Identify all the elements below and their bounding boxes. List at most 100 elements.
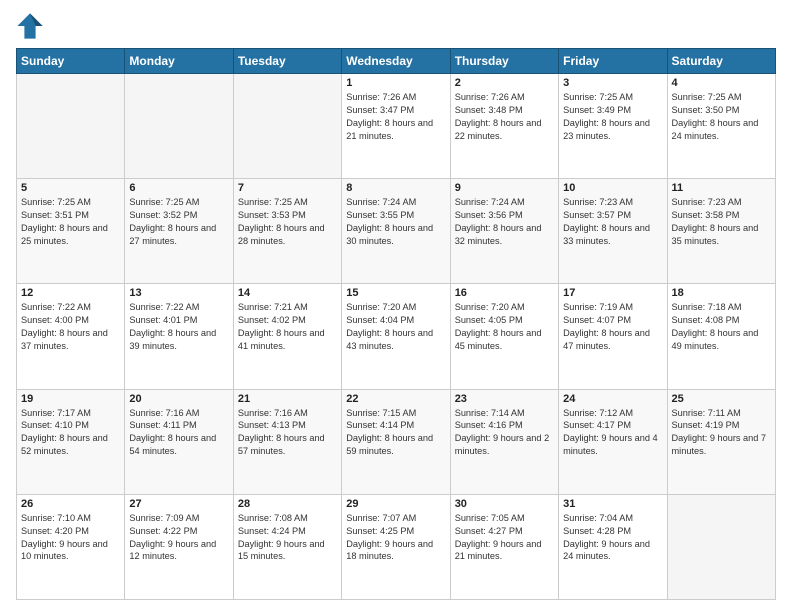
day-number: 4 [672,77,771,89]
calendar-cell [17,74,125,179]
day-number: 22 [346,393,445,405]
day-info: Sunrise: 7:04 AM Sunset: 4:28 PM Dayligh… [563,512,662,564]
day-info: Sunrise: 7:07 AM Sunset: 4:25 PM Dayligh… [346,512,445,564]
calendar-cell: 14Sunrise: 7:21 AM Sunset: 4:02 PM Dayli… [233,284,341,389]
calendar-cell: 24 Sunrise: 7:12 AM Sunset: 4:17 PM Dayli… [559,389,667,494]
weekday-header-tuesday: Tuesday [233,49,341,74]
calendar-week-row: 5 Sunrise: 7:25 AM Sunset: 3:51 PM Daylig… [17,179,776,284]
day-number: 16 [455,287,554,299]
day-number: 8 [346,182,445,194]
day-info: Sunrise: 7:18 AM Sunset: 4:08 PM Dayligh… [672,301,771,353]
day-number: 15 [346,287,445,299]
day-number: 14 [238,287,337,299]
day-info: Sunrise: 7:25 AM Sunset: 3:51 PM Dayligh… [21,196,120,248]
calendar-cell: 23Sunrise: 7:14 AM Sunset: 4:16 PM Dayli… [450,389,558,494]
calendar-cell: 1 Sunrise: 7:26 AM Sunset: 3:47 PM Daylig… [342,74,450,179]
calendar-cell: 2Sunrise: 7:26 AM Sunset: 3:48 PM Daylig… [450,74,558,179]
calendar-cell: 30 Sunrise: 7:05 AM Sunset: 4:27 PM Dayli… [450,494,558,599]
day-info: Sunrise: 7:20 AM Sunset: 4:05 PM Dayligh… [455,301,554,353]
calendar-cell: 15 Sunrise: 7:20 AM Sunset: 4:04 PM Dayli… [342,284,450,389]
day-info: Sunrise: 7:15 AM Sunset: 4:14 PM Dayligh… [346,407,445,459]
day-number: 12 [21,287,120,299]
day-info: Sunrise: 7:23 AM Sunset: 3:57 PM Dayligh… [563,196,662,248]
calendar-cell: 29 Sunrise: 7:07 AM Sunset: 4:25 PM Dayli… [342,494,450,599]
calendar-cell: 21 Sunrise: 7:16 AM Sunset: 4:13 PM Dayli… [233,389,341,494]
calendar-cell [125,74,233,179]
calendar-cell: 4 Sunrise: 7:25 AM Sunset: 3:50 PM Daylig… [667,74,775,179]
day-number: 11 [672,182,771,194]
day-number: 18 [672,287,771,299]
calendar-week-row: 1 Sunrise: 7:26 AM Sunset: 3:47 PM Daylig… [17,74,776,179]
calendar-cell: 7Sunrise: 7:25 AM Sunset: 3:53 PM Daylig… [233,179,341,284]
day-info: Sunrise: 7:25 AM Sunset: 3:49 PM Dayligh… [563,91,662,143]
calendar-cell [667,494,775,599]
day-number: 7 [238,182,337,194]
calendar-cell: 19Sunrise: 7:17 AM Sunset: 4:10 PM Dayli… [17,389,125,494]
day-number: 3 [563,77,662,89]
calendar-cell: 11 Sunrise: 7:23 AM Sunset: 3:58 PM Dayli… [667,179,775,284]
day-number: 17 [563,287,662,299]
weekday-header-monday: Monday [125,49,233,74]
weekday-header-wednesday: Wednesday [342,49,450,74]
day-info: Sunrise: 7:05 AM Sunset: 4:27 PM Dayligh… [455,512,554,564]
calendar-cell: 31 Sunrise: 7:04 AM Sunset: 4:28 PM Dayli… [559,494,667,599]
calendar-cell: 17Sunrise: 7:19 AM Sunset: 4:07 PM Dayli… [559,284,667,389]
day-info: Sunrise: 7:12 AM Sunset: 4:17 PM Dayligh… [563,407,662,459]
day-number: 27 [129,498,228,510]
calendar-cell: 16 Sunrise: 7:20 AM Sunset: 4:05 PM Dayli… [450,284,558,389]
weekday-header-row: SundayMondayTuesdayWednesdayThursdayFrid… [17,49,776,74]
calendar-table: SundayMondayTuesdayWednesdayThursdayFrid… [16,48,776,600]
day-number: 5 [21,182,120,194]
calendar-cell: 10 Sunrise: 7:23 AM Sunset: 3:57 PM Dayli… [559,179,667,284]
day-number: 2 [455,77,554,89]
day-info: Sunrise: 7:26 AM Sunset: 3:47 PM Dayligh… [346,91,445,143]
weekday-header-thursday: Thursday [450,49,558,74]
day-number: 13 [129,287,228,299]
calendar-week-row: 19Sunrise: 7:17 AM Sunset: 4:10 PM Dayli… [17,389,776,494]
calendar-cell: 5 Sunrise: 7:25 AM Sunset: 3:51 PM Daylig… [17,179,125,284]
day-info: Sunrise: 7:08 AM Sunset: 4:24 PM Dayligh… [238,512,337,564]
day-number: 26 [21,498,120,510]
day-info: Sunrise: 7:16 AM Sunset: 4:11 PM Dayligh… [129,407,228,459]
day-info: Sunrise: 7:16 AM Sunset: 4:13 PM Dayligh… [238,407,337,459]
calendar-week-row: 12 Sunrise: 7:22 AM Sunset: 4:00 PM Dayli… [17,284,776,389]
day-number: 24 [563,393,662,405]
header [16,12,776,40]
day-info: Sunrise: 7:11 AM Sunset: 4:19 PM Dayligh… [672,407,771,459]
calendar-cell: 27Sunrise: 7:09 AM Sunset: 4:22 PM Dayli… [125,494,233,599]
logo [16,12,46,40]
day-info: Sunrise: 7:20 AM Sunset: 4:04 PM Dayligh… [346,301,445,353]
day-info: Sunrise: 7:14 AM Sunset: 4:16 PM Dayligh… [455,407,554,459]
day-number: 25 [672,393,771,405]
day-number: 30 [455,498,554,510]
calendar-cell: 28 Sunrise: 7:08 AM Sunset: 4:24 PM Dayli… [233,494,341,599]
day-info: Sunrise: 7:24 AM Sunset: 3:55 PM Dayligh… [346,196,445,248]
calendar-week-row: 26Sunrise: 7:10 AM Sunset: 4:20 PM Dayli… [17,494,776,599]
logo-icon [16,12,44,40]
day-number: 28 [238,498,337,510]
calendar-cell: 3 Sunrise: 7:25 AM Sunset: 3:49 PM Daylig… [559,74,667,179]
calendar-cell: 6 Sunrise: 7:25 AM Sunset: 3:52 PM Daylig… [125,179,233,284]
calendar-cell: 20 Sunrise: 7:16 AM Sunset: 4:11 PM Dayli… [125,389,233,494]
calendar-cell: 22 Sunrise: 7:15 AM Sunset: 4:14 PM Dayli… [342,389,450,494]
day-number: 10 [563,182,662,194]
day-number: 6 [129,182,228,194]
weekday-header-sunday: Sunday [17,49,125,74]
day-info: Sunrise: 7:22 AM Sunset: 4:00 PM Dayligh… [21,301,120,353]
day-info: Sunrise: 7:23 AM Sunset: 3:58 PM Dayligh… [672,196,771,248]
weekday-header-saturday: Saturday [667,49,775,74]
day-info: Sunrise: 7:24 AM Sunset: 3:56 PM Dayligh… [455,196,554,248]
calendar-cell: 12 Sunrise: 7:22 AM Sunset: 4:00 PM Dayli… [17,284,125,389]
day-number: 29 [346,498,445,510]
day-info: Sunrise: 7:25 AM Sunset: 3:50 PM Dayligh… [672,91,771,143]
day-number: 9 [455,182,554,194]
day-number: 31 [563,498,662,510]
day-number: 20 [129,393,228,405]
calendar-cell: 13 Sunrise: 7:22 AM Sunset: 4:01 PM Dayli… [125,284,233,389]
day-number: 1 [346,77,445,89]
day-info: Sunrise: 7:22 AM Sunset: 4:01 PM Dayligh… [129,301,228,353]
page: SundayMondayTuesdayWednesdayThursdayFrid… [0,0,792,612]
day-info: Sunrise: 7:25 AM Sunset: 3:52 PM Dayligh… [129,196,228,248]
day-number: 21 [238,393,337,405]
weekday-header-friday: Friday [559,49,667,74]
